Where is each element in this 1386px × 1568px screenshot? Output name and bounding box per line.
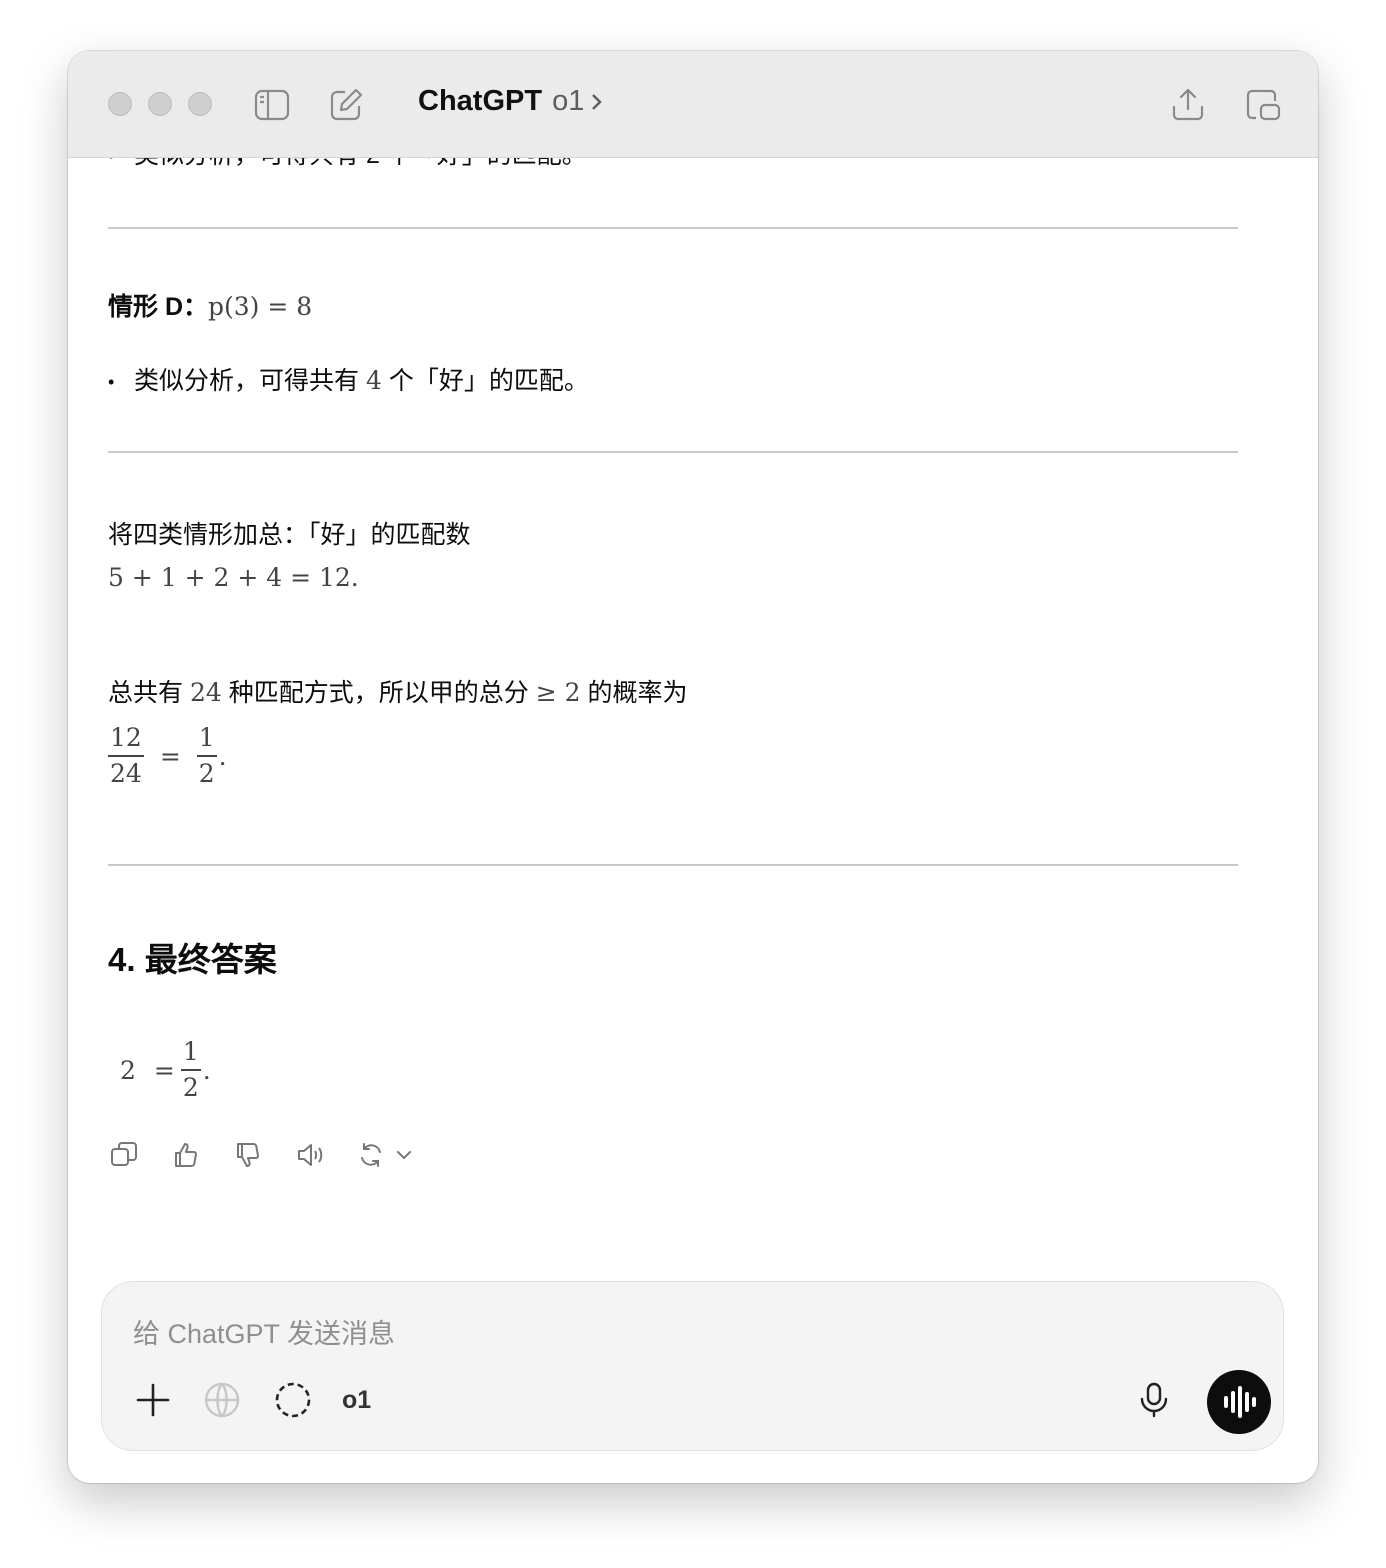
app-window: 类似分析，可得共有 2 个「好」的匹配。 情形 D：p(3) = 8 类似分析，… [68,51,1318,1483]
voice-mode-button[interactable] [1207,1370,1271,1434]
new-chat-icon[interactable] [327,86,365,124]
regenerate-icon[interactable] [356,1139,416,1171]
model-selector[interactable]: ChatGPT o1 [418,85,606,118]
model-name: o1 [552,85,585,117]
new-window-icon[interactable] [1244,86,1282,124]
case-d-heading: 情形 D：p(3) = 8 [108,289,1238,325]
copy-icon[interactable] [108,1139,140,1171]
thumbs-up-icon[interactable] [170,1139,202,1171]
close-window-button[interactable] [108,92,132,116]
sum-text: 将四类情形加总：「好」的匹配数 [108,521,471,549]
microphone-icon[interactable] [1134,1380,1174,1420]
message-composer[interactable]: 给 ChatGPT 发送消息 o1 [101,1281,1284,1451]
share-icon[interactable] [1169,86,1207,124]
divider [108,451,1238,453]
final-heading: 4. 最终答案 [108,941,277,978]
zoom-window-button[interactable] [188,92,212,116]
chevron-right-icon [592,93,603,110]
composer-input[interactable]: 给 ChatGPT 发送消息 [133,1312,395,1351]
final-answer: 2 = 12. [120,1037,211,1102]
composer-model-label[interactable]: o1 [342,1386,371,1415]
thumbs-down-icon[interactable] [232,1139,264,1171]
globe-icon[interactable] [202,1380,242,1420]
sum-formula: 5 + 1 + 2 + 4 = 12. [108,563,359,592]
title-bar: ChatGPT o1 [68,51,1318,158]
read-aloud-icon[interactable] [294,1139,326,1171]
total-text: 总共有 24 种匹配方式，所以甲的总分 ≥ 2 的概率为 [108,678,688,707]
sidebar-toggle-icon[interactable] [253,86,291,124]
case-d-label: 情形 D： [108,293,209,321]
message-actions [108,1139,416,1171]
plus-icon[interactable] [133,1380,173,1420]
case-d-formula: p(3) = 8 [208,292,313,321]
divider [108,864,1238,866]
probability-formula: 12 24 = 12. [108,723,227,788]
conversation: 类似分析，可得共有 2 个「好」的匹配。 情形 D：p(3) = 8 类似分析，… [68,51,1318,1261]
app-title: ChatGPT [418,85,543,117]
voice-waveform-icon [1224,1386,1256,1418]
case-d-bullet: 类似分析，可得共有 4 个「好」的匹配。 [108,363,1238,400]
reasoning-icon[interactable] [273,1380,313,1420]
divider [108,227,1238,229]
minimize-window-button[interactable] [148,92,172,116]
